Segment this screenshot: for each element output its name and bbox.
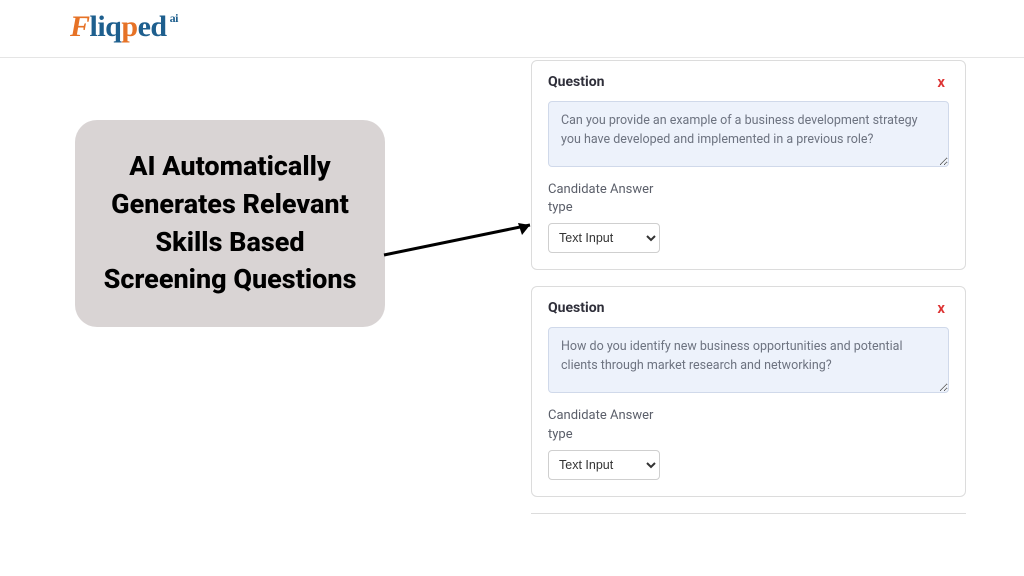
logo-part-ai: ai [170,11,178,26]
question-heading: Question [548,300,604,316]
logo-part-p: p [121,10,137,44]
brand-logo: Fliqpedai [70,10,178,44]
logo-part-ed: ed [138,10,167,44]
arrow-icon [380,215,550,265]
next-card-edge [531,513,966,514]
answer-type-label: Candidate Answer type [548,407,949,443]
question-textarea[interactable]: Can you provide an example of a business… [548,101,949,167]
questions-panel: Question x Can you provide an example of… [531,60,966,514]
question-textarea[interactable]: How do you identify new business opportu… [548,327,949,393]
logo-part-liq: liq [90,10,122,44]
answer-label-line2: type [548,200,573,215]
question-heading: Question [548,74,604,90]
callout-text: AI Automatically Generates Relevant Skil… [104,150,357,295]
question-card: Question x How do you identify new busin… [531,286,966,496]
answer-label-line1: Candidate Answer [548,408,653,423]
card-header: Question x [548,299,949,317]
app-header: Fliqpedai [0,0,1024,58]
answer-label-line1: Candidate Answer [548,182,653,197]
close-icon[interactable]: x [933,73,949,91]
feature-callout: AI Automatically Generates Relevant Skil… [75,120,385,327]
close-icon[interactable]: x [933,299,949,317]
answer-type-label: Candidate Answer type [548,181,949,217]
logo-part-f: F [70,10,90,44]
card-header: Question x [548,73,949,91]
answer-type-select[interactable]: Text Input [548,450,660,480]
question-card: Question x Can you provide an example of… [531,60,966,270]
answer-type-select[interactable]: Text Input [548,223,660,253]
answer-label-line2: type [548,427,573,442]
